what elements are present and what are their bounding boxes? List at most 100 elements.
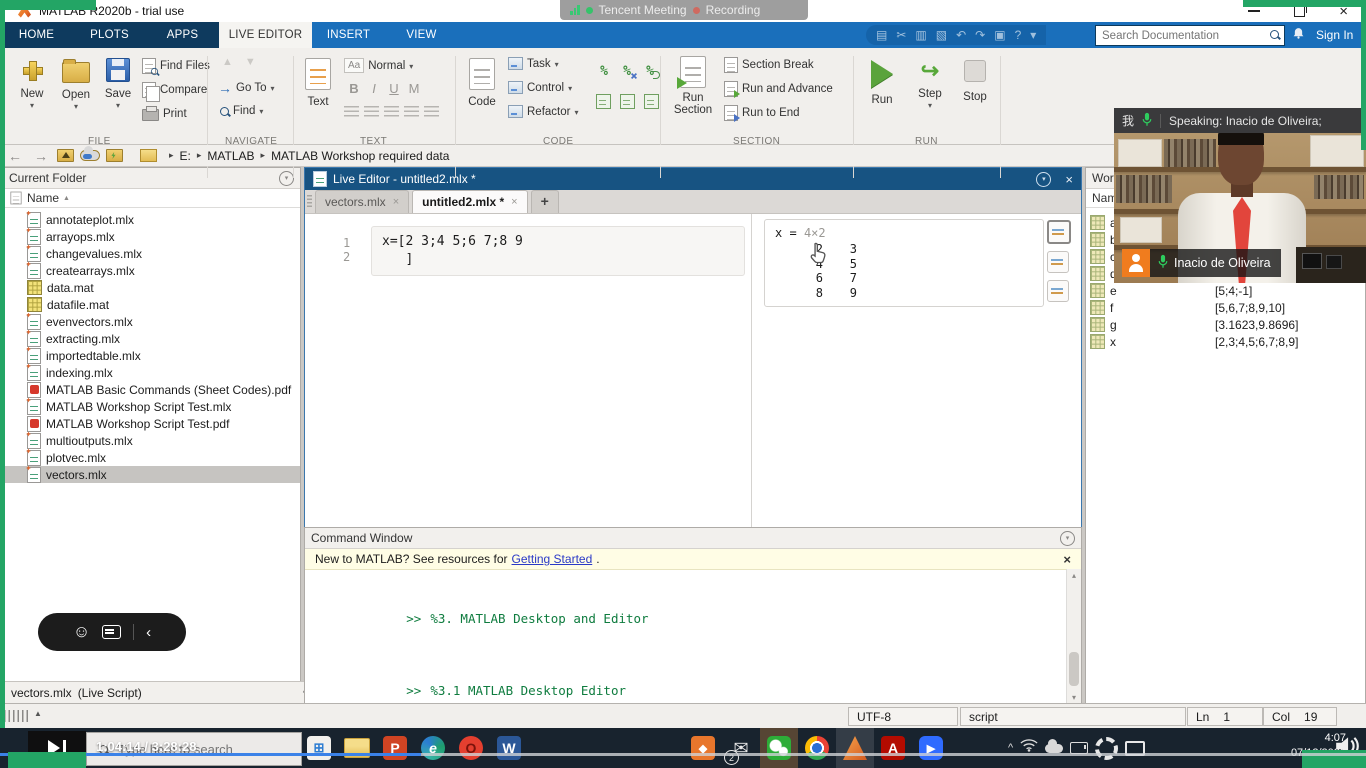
- bold-button[interactable]: B: [344, 81, 364, 96]
- app-wechat[interactable]: [760, 728, 798, 768]
- banner-close-button[interactable]: ×: [1063, 552, 1071, 567]
- restore-button[interactable]: [1294, 6, 1305, 17]
- browse-folder-icon[interactable]: [80, 150, 100, 161]
- breadcrumb-segment[interactable]: MATLAB: [207, 149, 254, 163]
- wrap-comments-icon[interactable]: %: [640, 64, 660, 79]
- command-window-menu-button[interactable]: ▾: [1060, 531, 1075, 546]
- workspace-variable-row[interactable]: x [2,3;4,5;6,7;8,9]: [1086, 333, 1365, 350]
- workspace-variable-row[interactable]: e [5;4;-1]: [1086, 282, 1365, 299]
- style-dropdown[interactable]: Aa Normal ▾: [344, 58, 413, 73]
- compare-button[interactable]: Compare: [142, 82, 207, 98]
- collapse-pill-icon[interactable]: ‹: [146, 624, 151, 641]
- console-scrollbar[interactable]: ▴ ▾: [1066, 569, 1081, 704]
- smart-indent-icon[interactable]: [596, 94, 611, 109]
- navigate-arrows[interactable]: ▲ ▼: [222, 56, 256, 68]
- file-row[interactable]: indexing.mlx: [3, 364, 300, 381]
- document-tab[interactable]: vectors.mlx ×: [315, 190, 409, 213]
- file-row[interactable]: arrayops.mlx: [3, 228, 300, 245]
- output-hide-toggle[interactable]: [1047, 280, 1069, 302]
- stop-button[interactable]: Stop: [955, 60, 995, 103]
- breadcrumb-segment[interactable]: E:: [180, 149, 191, 163]
- align-center-icon[interactable]: [404, 106, 419, 117]
- save-icon[interactable]: ▤: [876, 25, 887, 45]
- file-details-bar[interactable]: vectors.mlx (Live Script) ^: [3, 681, 316, 703]
- redo-icon[interactable]: ↷: [975, 25, 985, 45]
- new-button[interactable]: New ▾: [12, 58, 52, 110]
- notifications-bell-icon[interactable]: [1292, 26, 1305, 45]
- up-folder-icon[interactable]: [57, 149, 74, 162]
- undo-icon[interactable]: ↶: [956, 25, 966, 45]
- run-and-advance-button[interactable]: Run and Advance: [724, 81, 833, 97]
- step-button[interactable]: ↪ Step ▾: [910, 60, 950, 110]
- ribbon-tab[interactable]: APPS: [146, 22, 219, 48]
- recent-folder-icon[interactable]: [106, 149, 123, 162]
- chat-icon[interactable]: [102, 625, 121, 639]
- code-block[interactable]: x=[2 3;4 5;6 7;8 9 ]: [371, 226, 745, 276]
- sign-in-link[interactable]: Sign In: [1316, 22, 1353, 48]
- editor-output-splitter[interactable]: [751, 214, 752, 528]
- indent-right-icon[interactable]: [620, 94, 635, 109]
- app-file-explorer[interactable]: [338, 728, 376, 768]
- print-button[interactable]: Print: [142, 106, 187, 121]
- scrollbar-thumb[interactable]: [1069, 652, 1079, 686]
- file-row[interactable]: annotateplot.mlx: [3, 211, 300, 228]
- align-left-icon[interactable]: [384, 106, 399, 117]
- file-row[interactable]: evenvectors.mlx: [3, 313, 300, 330]
- player-settings-gear-icon[interactable]: [1095, 737, 1118, 760]
- app-mail[interactable]: ✉ 2: [722, 728, 760, 768]
- editor-content[interactable]: 12 x=[2 3;4 5;6 7;8 9 ] x = 4×2 2 3: [305, 214, 1081, 528]
- cut-icon[interactable]: ✂: [896, 25, 906, 45]
- indent-left-icon[interactable]: [644, 94, 659, 109]
- new-tab-button[interactable]: +: [531, 190, 559, 213]
- app-powerpoint[interactable]: P: [376, 728, 414, 768]
- open-button[interactable]: Open ▾: [56, 58, 96, 111]
- file-row[interactable]: createarrays.mlx: [3, 262, 300, 279]
- code-button[interactable]: Code: [464, 58, 500, 108]
- status-grip[interactable]: [4, 710, 30, 722]
- editor-close-button[interactable]: ×: [1065, 172, 1073, 187]
- refactor-dropdown[interactable]: Refactor ▾: [508, 105, 578, 118]
- scroll-down-icon[interactable]: ▾: [1067, 693, 1081, 702]
- output-right-toggle[interactable]: [1047, 251, 1069, 273]
- paste-icon[interactable]: ▧: [936, 25, 947, 45]
- file-row[interactable]: data.mat: [3, 279, 300, 296]
- app-acrobat[interactable]: A: [874, 728, 912, 768]
- file-row[interactable]: MATLAB Workshop Script Test.mlx: [3, 398, 300, 415]
- copy-icon[interactable]: ▥: [915, 25, 926, 45]
- file-row[interactable]: extracting.mlx: [3, 330, 300, 347]
- text-button[interactable]: Text: [300, 58, 336, 108]
- console[interactable]: >>%3. MATLAB Desktop and Editor >>%3.1 M…: [305, 569, 1067, 704]
- status-grip-arrow-icon[interactable]: ▲: [34, 709, 42, 718]
- go-up-icon[interactable]: ▲: [222, 56, 233, 68]
- scroll-up-icon[interactable]: ▴: [1067, 571, 1081, 580]
- save-button[interactable]: Save ▾: [98, 58, 138, 110]
- tab-close-icon[interactable]: ×: [393, 191, 399, 213]
- file-row[interactable]: plotvec.mlx: [3, 449, 300, 466]
- find-files-button[interactable]: Find Files: [142, 58, 210, 74]
- find-button[interactable]: Find ▾: [220, 105, 263, 117]
- name-column-header[interactable]: Name ▲: [3, 189, 300, 208]
- workspace-variable-row[interactable]: f [5,6,7;8,9,10]: [1086, 299, 1365, 316]
- app-edge[interactable]: e: [414, 728, 452, 768]
- panel-menu-button[interactable]: ▾: [279, 171, 294, 186]
- file-row[interactable]: multioutputs.mlx: [3, 432, 300, 449]
- run-section-button[interactable]: Run Section: [670, 56, 716, 116]
- onedrive-cloud-icon[interactable]: [1045, 744, 1063, 753]
- output-inline-toggle[interactable]: [1047, 220, 1071, 244]
- forward-icon[interactable]: →: [34, 148, 48, 164]
- minimize-button[interactable]: [1248, 10, 1260, 12]
- italic-button[interactable]: I: [364, 81, 384, 96]
- ribbon-tab[interactable]: HOME: [0, 22, 73, 48]
- ribbon-tab[interactable]: VIEW: [385, 22, 458, 48]
- app-chrome[interactable]: [798, 728, 836, 768]
- app-orange[interactable]: ◆: [684, 728, 722, 768]
- underline-button[interactable]: U: [384, 81, 404, 96]
- numbered-list-icon[interactable]: [364, 106, 379, 117]
- app-word[interactable]: W: [490, 728, 528, 768]
- align-right-icon[interactable]: [424, 106, 439, 117]
- help-icon[interactable]: ?: [1015, 25, 1022, 45]
- editor-menu-button[interactable]: ▾: [1036, 172, 1051, 187]
- bullet-list-icon[interactable]: [344, 106, 359, 117]
- goto-button[interactable]: → Go To ▾: [218, 80, 275, 96]
- more-icon[interactable]: ▾: [1030, 25, 1036, 45]
